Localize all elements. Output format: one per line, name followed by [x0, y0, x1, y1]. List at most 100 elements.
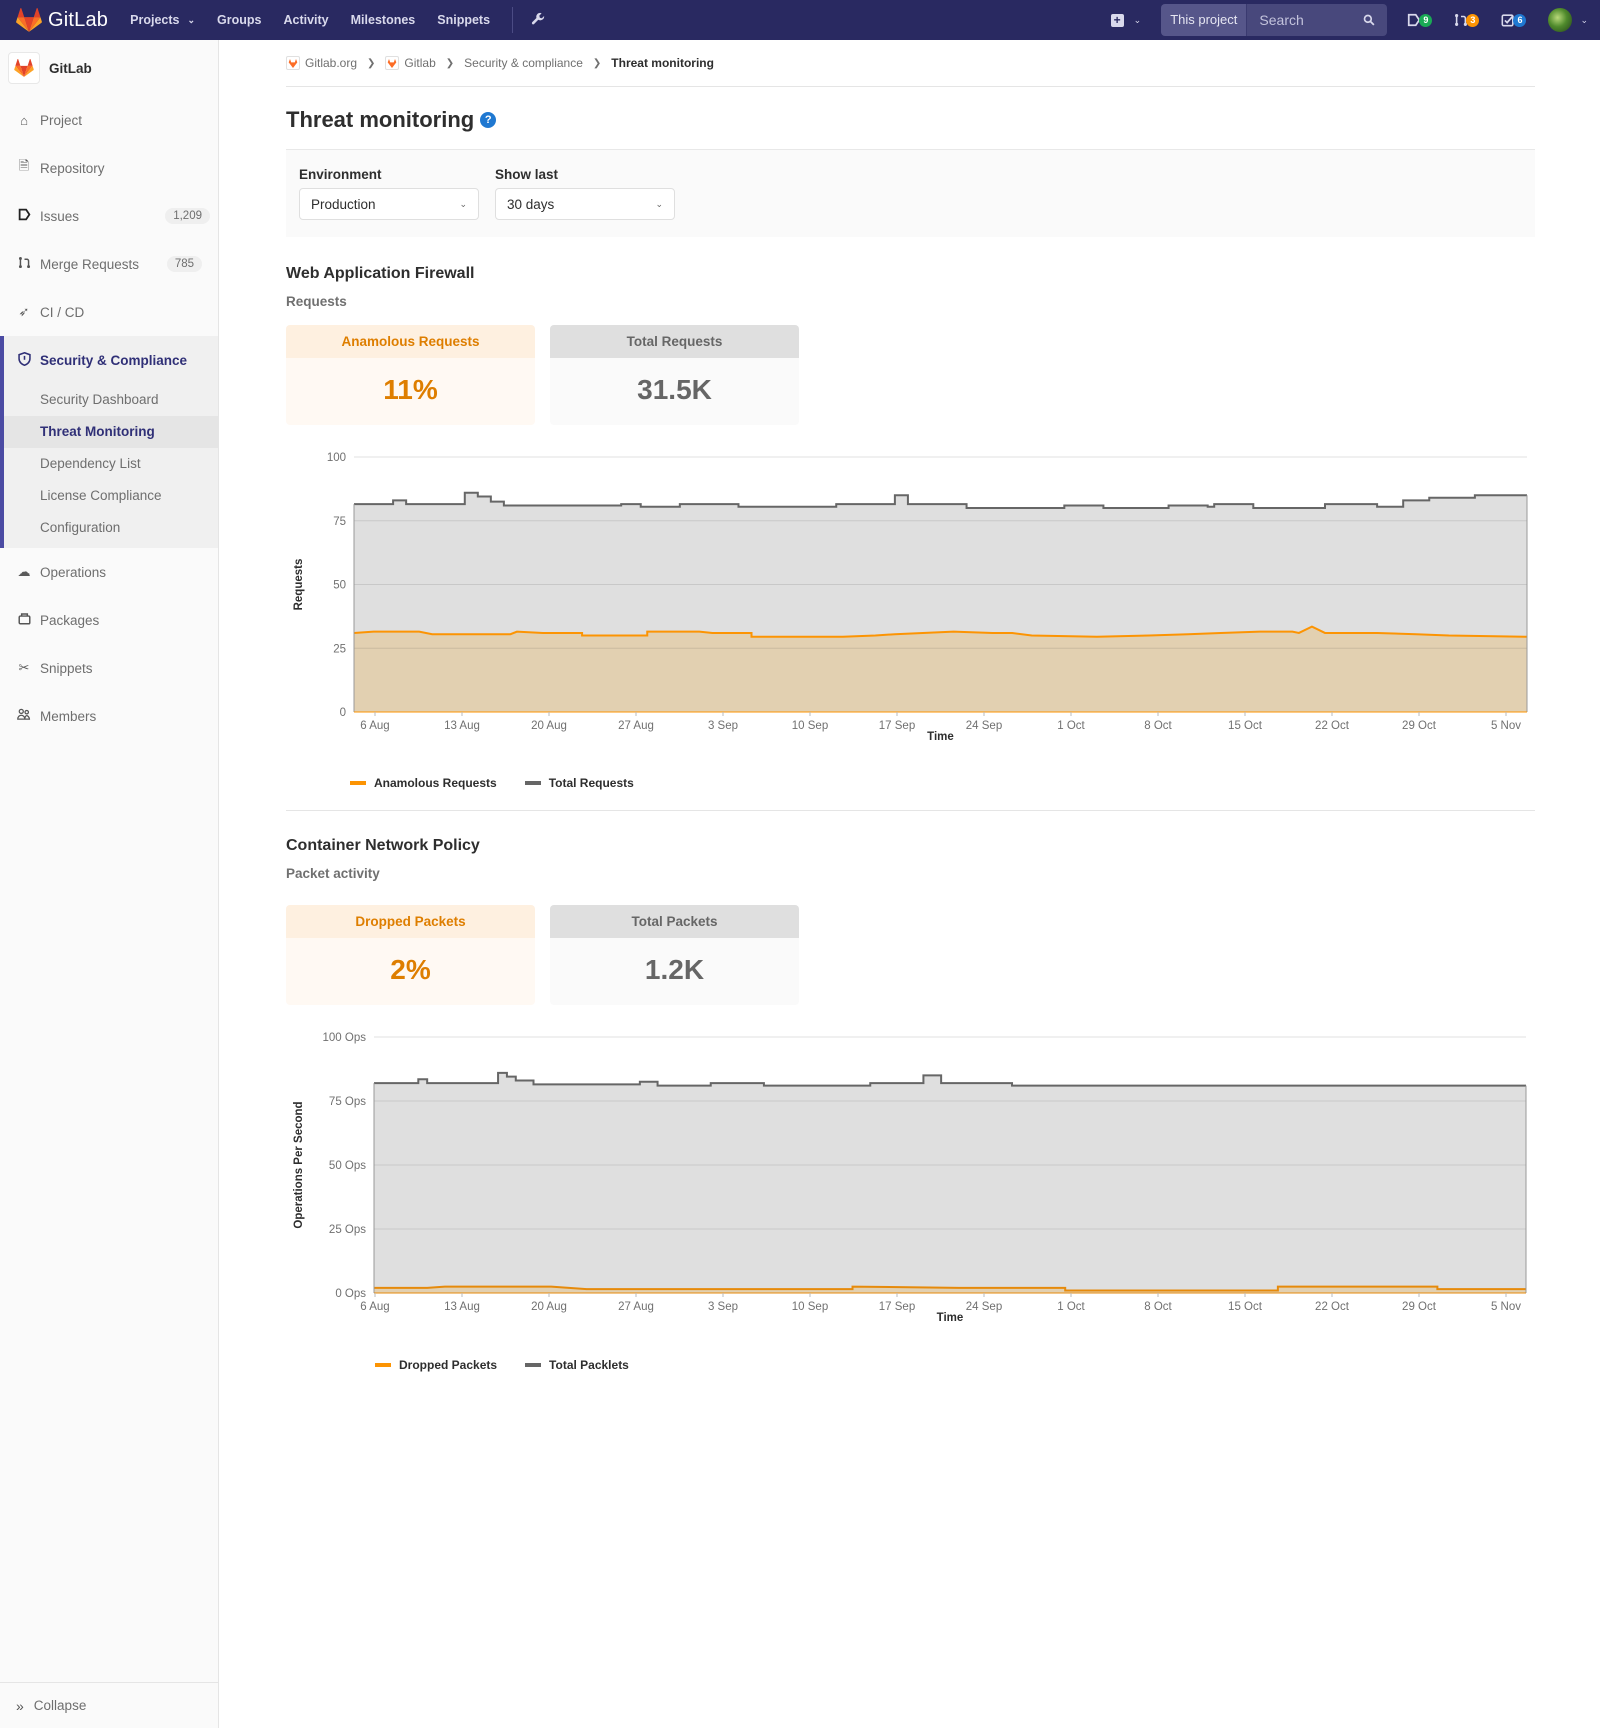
dropped-packets-stat: Dropped Packets 2% [286, 905, 535, 1005]
waf-chart: 0 25 50 75 100 6 Aug 13 Aug 20 Aug 27 Aug 3 Sep 10… [286, 435, 1535, 810]
stat-value: 31.5K [550, 358, 799, 425]
group-avatar [286, 56, 300, 70]
collapse-sidebar-button[interactable]: » Collapse [0, 1682, 218, 1728]
scissors-icon: ✂ [18, 660, 30, 675]
sidebar-item-ci-cd[interactable]: ➶ CI / CD [0, 288, 218, 336]
chevron-down-icon[interactable]: ⌄ [1580, 15, 1588, 26]
sidebar-item-packages[interactable]: Packages [0, 596, 218, 644]
main-content: Gitlab.org ❯ Gitlab ❯ Security & complia… [286, 40, 1535, 1395]
nav-links: Projects ⌄ Groups Activity Milestones Sni… [130, 7, 545, 33]
stat-value: 1.2K [550, 938, 799, 1005]
legend-item-total-packlets[interactable]: Total Packlets [525, 1358, 629, 1372]
breadcrumb-gitlab-org[interactable]: Gitlab.org [286, 56, 357, 70]
search-icon [1364, 14, 1375, 26]
sidebar-subitem-threat-monitoring[interactable]: Threat Monitoring [4, 416, 218, 448]
question-circle-icon[interactable]: ? [480, 112, 497, 128]
user-avatar[interactable] [1548, 8, 1573, 32]
x-tick-label: 6 Aug [360, 1301, 389, 1313]
total-packets-stat: Total Packets 1.2K [550, 905, 799, 1005]
search-input[interactable]: Search [1247, 4, 1388, 36]
issues-count-badge: 9 [1419, 13, 1433, 27]
x-tick-label: 24 Sep [966, 720, 1002, 732]
sidebar-subitem-configuration[interactable]: Configuration [4, 512, 218, 544]
search-box[interactable]: This project Search [1161, 4, 1388, 36]
sidebar-item-members[interactable]: Members [0, 692, 218, 740]
sidebar-item-issues[interactable]: Issues 1,209 [0, 192, 218, 240]
breadcrumb-gitlab[interactable]: Gitlab [385, 56, 436, 70]
x-tick-label: 8 Oct [1144, 720, 1172, 732]
legend-swatch [350, 781, 366, 785]
sidebar-group-security: Security & Compliance Security Dashboard… [0, 336, 218, 548]
y-tick-label: 0 [340, 707, 346, 719]
nav-projects-label: Projects [130, 13, 180, 27]
y-axis-title: Requests [293, 559, 305, 611]
sidebar-item-merge-requests[interactable]: Merge Requests 785 [0, 240, 218, 288]
breadcrumb-threat-monitoring[interactable]: Threat monitoring [611, 56, 714, 70]
nav-milestones[interactable]: Milestones [351, 13, 416, 27]
gitlab-home-link[interactable]: GitLab [16, 0, 108, 40]
nav-snippets[interactable]: Snippets [437, 13, 490, 27]
legend-label: Total Requests [548, 776, 634, 790]
todos-shortcut[interactable]: 6 [1501, 13, 1527, 27]
waf-legend: Anamolous Requests Total Requests [350, 776, 662, 790]
sidebar-item-repository[interactable]: 🗎 Repository [0, 144, 218, 192]
waf-chart-svg: 0 25 50 75 100 6 Aug 13 Aug 20 Aug 27 Aug 3 Sep 10… [293, 452, 1528, 743]
x-tick-label: 22 Oct [1315, 720, 1350, 732]
page-title-text: Threat monitoring [286, 107, 475, 132]
legend-swatch [524, 781, 541, 785]
environment-label: Environment [299, 167, 382, 182]
sidebar-item-label: Packages [40, 612, 100, 628]
sidebar-item-operations[interactable]: ☁ Operations [0, 548, 218, 596]
sidebar-item-security-compliance[interactable]: Security & Compliance [4, 336, 218, 384]
environment-value: Production [311, 196, 376, 212]
project-avatar [385, 56, 400, 70]
chevron-right-icon: ❯ [445, 57, 455, 69]
anomalous-requests-stat: Anamolous Requests 11% [286, 325, 535, 425]
legend-item-anomalous-requests[interactable]: Anamolous Requests [350, 776, 497, 790]
nav-groups[interactable]: Groups [217, 13, 261, 27]
show-last-dropdown[interactable]: 30 days ⌄ [495, 188, 675, 220]
nav-projects[interactable]: Projects ⌄ [130, 13, 195, 27]
chevron-down-icon: ⌄ [655, 198, 663, 209]
area-anamolous-requests [354, 626, 1527, 712]
sidebar-subitem-license-compliance[interactable]: License Compliance [4, 480, 218, 512]
x-tick-label: 3 Sep [708, 1301, 738, 1313]
network-title: Container Network Policy [286, 837, 480, 854]
x-tick-label: 29 Oct [1402, 720, 1437, 732]
legend-swatch [525, 1363, 542, 1367]
x-axis-title: Time [927, 731, 954, 743]
gitlab-logo-icon [388, 58, 397, 68]
issues-shortcut[interactable]: 9 [1407, 13, 1433, 27]
search-scope[interactable]: This project [1161, 4, 1248, 36]
sidebar-subitem-dependency-list[interactable]: Dependency List [4, 448, 218, 480]
issues-icon [16, 208, 32, 224]
environment-dropdown[interactable]: Production ⌄ [299, 188, 479, 220]
network-subtitle: Packet activity [286, 866, 380, 881]
x-tick-label: 13 Aug [444, 720, 480, 732]
legend-item-dropped-packets[interactable]: Dropped Packets [375, 1358, 497, 1372]
x-tick-label: 5 Nov [1491, 1301, 1521, 1313]
x-tick-label: 15 Oct [1228, 720, 1263, 732]
x-tick-label: 27 Aug [618, 720, 654, 732]
double-chevron-right-icon: » [16, 1697, 24, 1714]
x-tick-label: 10 Sep [792, 720, 828, 732]
merge-requests-shortcut[interactable]: 3 [1454, 13, 1480, 27]
sidebar-subitem-security-dashboard[interactable]: Security Dashboard [4, 384, 218, 416]
brand-name: GitLab [48, 8, 109, 31]
nav-activity[interactable]: Activity [283, 13, 328, 27]
y-tick-label: 50 [333, 580, 346, 592]
sidebar-item-label: Snippets [40, 660, 93, 676]
legend-item-total-requests[interactable]: Total Requests [524, 776, 634, 790]
sidebar-project-header[interactable]: GitLab [0, 40, 218, 96]
new-dropdown-button[interactable]: + ⌄ [1110, 13, 1141, 27]
breadcrumb-security-compliance[interactable]: Security & compliance [464, 56, 583, 70]
wrench-icon[interactable] [531, 12, 545, 29]
x-tick-label: 17 Sep [879, 1301, 915, 1313]
x-axis-title: Time [937, 1312, 964, 1324]
x-tick-label: 22 Oct [1315, 1301, 1350, 1313]
sidebar-item-project[interactable]: ⌂ Project [0, 96, 218, 144]
plus-square-icon: + [1110, 13, 1124, 27]
environment-filter: Environment Production ⌄ [299, 167, 479, 237]
network-chart: 0 Ops 25 Ops 50 Ops 75 Ops 100 Ops 6 Aug 13 Au… [286, 1015, 1535, 1395]
sidebar-item-snippets[interactable]: ✂ Snippets [0, 644, 218, 692]
